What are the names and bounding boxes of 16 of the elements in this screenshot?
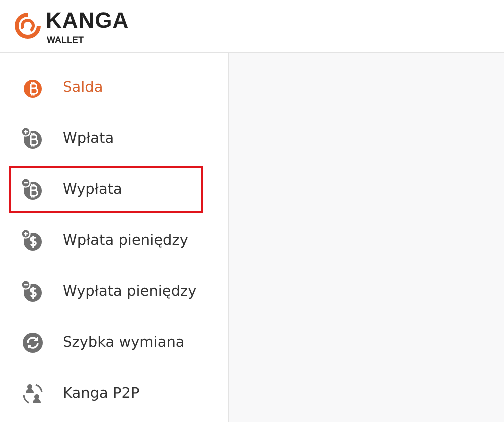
sidebar-item[interactable]: Salda xyxy=(9,64,203,111)
sidebar-item[interactable]: Wpłata xyxy=(9,115,203,162)
logo-name: KANGA xyxy=(46,8,130,34)
exchange-icon xyxy=(21,330,45,354)
sidebar-item[interactable]: Wypłata xyxy=(9,166,203,213)
bitcoin-plus-icon xyxy=(21,126,45,150)
bitcoin-minus-icon xyxy=(21,178,45,202)
sidebar-item[interactable]: Wypłata pieniędzy xyxy=(9,268,203,315)
sidebar-item[interactable]: Wpłata pieniędzy xyxy=(9,217,203,264)
sidebar-item[interactable]: Kanga P2P xyxy=(9,370,203,417)
people-exchange-icon xyxy=(21,382,45,406)
logo-subtitle: WALLET xyxy=(47,34,85,44)
dollar-minus-icon xyxy=(21,280,45,304)
dollar-plus-icon xyxy=(21,228,45,252)
logo-icon xyxy=(13,11,43,41)
sidebar-item[interactable]: Szybka wymiana xyxy=(9,319,203,366)
